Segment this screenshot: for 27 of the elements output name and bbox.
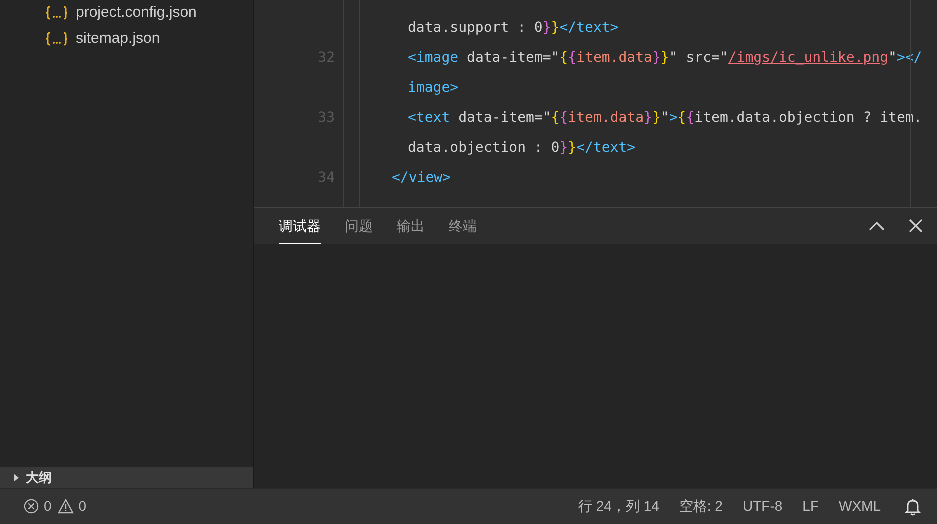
code-line: data.objection : 0}}</text>	[408, 138, 636, 158]
chevron-up-icon[interactable]	[869, 221, 885, 231]
indentation-setting[interactable]: 空格: 2	[679, 496, 723, 517]
file-item[interactable]: project.config.json	[0, 0, 253, 26]
file-name: sitemap.json	[76, 28, 160, 49]
line-ending[interactable]: LF	[802, 496, 819, 517]
json-braces-icon	[46, 32, 68, 46]
error-icon[interactable]	[24, 499, 39, 514]
code-line: <text data-item="{{item.data}}">{{item.data.objection ? item.	[408, 108, 922, 128]
code-line: </view>	[392, 168, 452, 188]
cursor-position[interactable]: 行 24，列 14	[578, 496, 660, 517]
json-braces-icon	[46, 6, 68, 20]
warning-count: 0	[78, 497, 87, 516]
file-item[interactable]: sitemap.json	[0, 26, 253, 52]
code-line: image>	[408, 78, 459, 98]
code-line: data.support : 0}}</text>	[408, 18, 619, 38]
outline-section-header[interactable]: 大纲	[0, 467, 253, 488]
bell-icon[interactable]	[905, 498, 921, 516]
encoding[interactable]: UTF-8	[742, 496, 783, 517]
warning-icon[interactable]	[58, 499, 74, 514]
panel-tab[interactable]: 终端	[449, 208, 477, 244]
close-icon[interactable]	[909, 219, 923, 233]
panel-tab[interactable]: 输出	[397, 208, 425, 244]
file-name: project.config.json	[76, 2, 197, 23]
language-mode[interactable]: WXML	[839, 496, 881, 517]
error-count: 0	[44, 497, 52, 516]
panel-tab[interactable]: 问题	[345, 208, 373, 244]
